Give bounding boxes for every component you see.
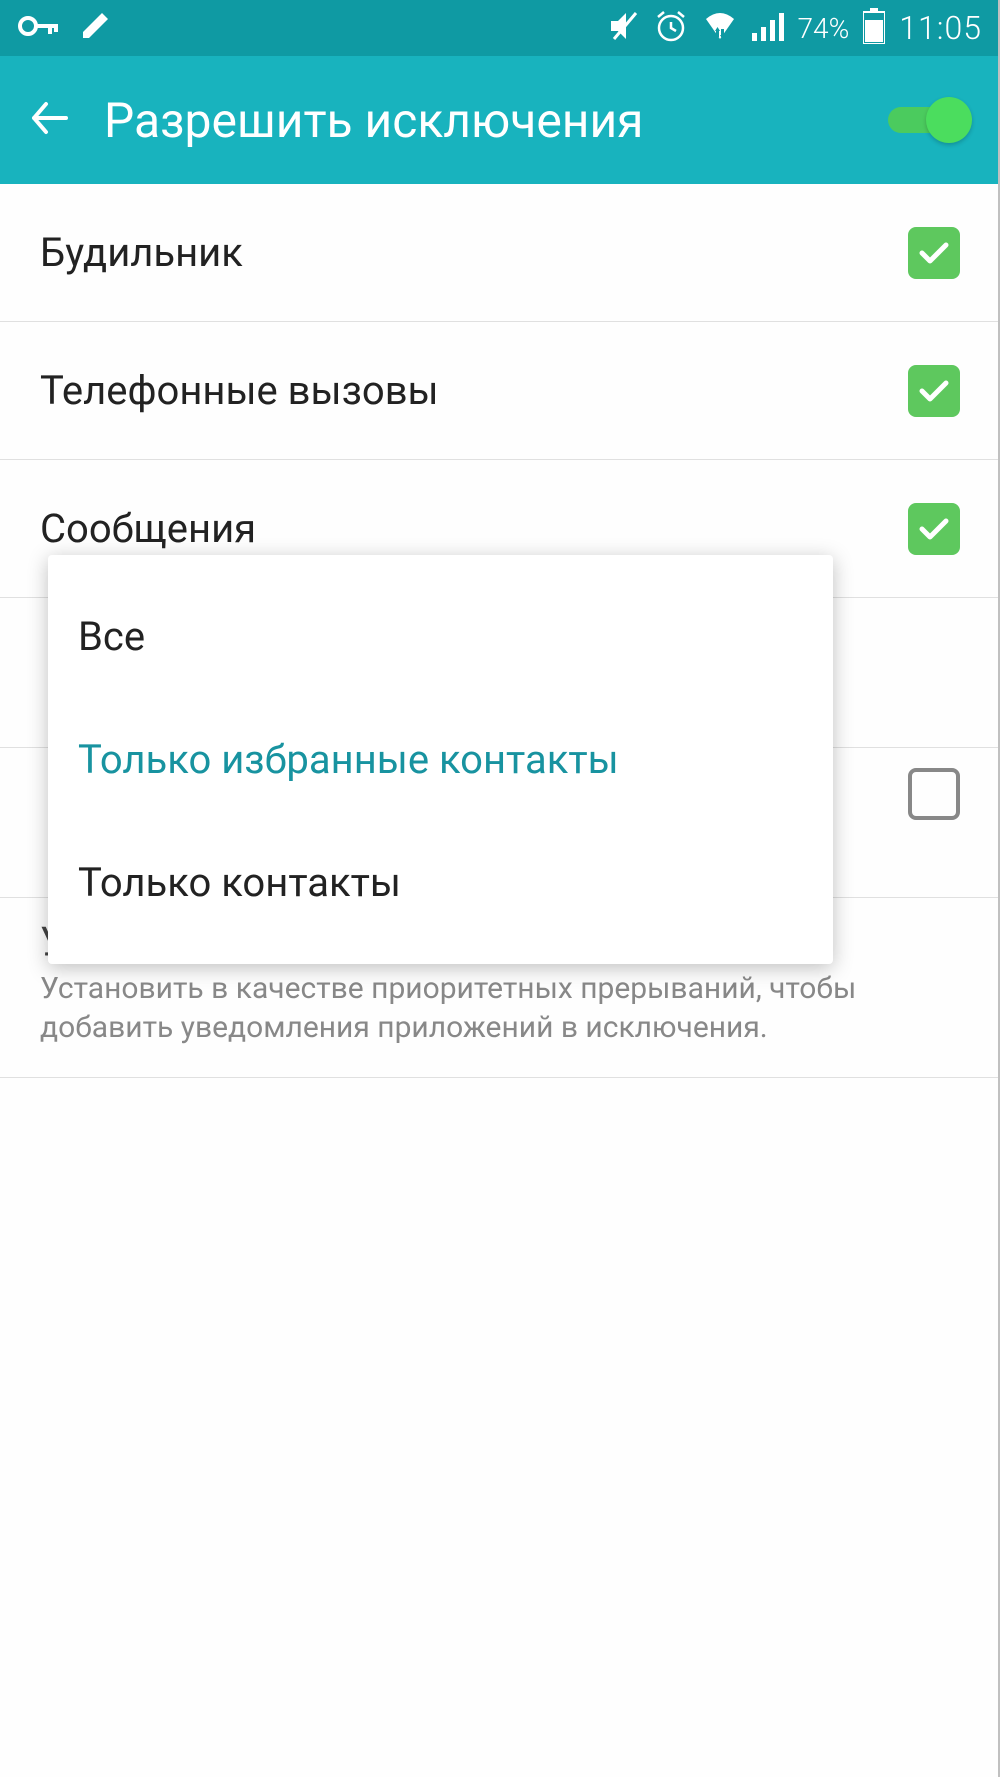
popup-option-contacts[interactable]: Только контакты	[48, 821, 833, 944]
popup-option-favorites[interactable]: Только избранные контакты	[48, 698, 833, 821]
edit-icon	[80, 11, 110, 45]
popup-menu: Все Только избранные контакты Только кон…	[48, 555, 833, 964]
checkbox-alarm[interactable]	[908, 227, 960, 279]
checkbox-unknown[interactable]	[908, 768, 960, 820]
page-title: Разрешить исключения	[104, 92, 856, 149]
back-arrow-icon[interactable]	[28, 96, 72, 144]
clock-time: 11:05	[899, 9, 982, 47]
list-item-description: Установить в качестве приоритетных преры…	[40, 969, 960, 1047]
list-item-label: Будильник	[40, 229, 908, 276]
list-item-alarm[interactable]: Будильник	[0, 184, 1000, 322]
list-item-calls[interactable]: Телефонные вызовы	[0, 322, 1000, 460]
status-bar: 74% 11:05	[0, 0, 1000, 56]
checkbox-calls[interactable]	[908, 365, 960, 417]
list-item-label: Телефонные вызовы	[40, 367, 908, 414]
signal-icon	[752, 11, 784, 45]
app-bar: Разрешить исключения	[0, 56, 1000, 184]
wifi-icon	[702, 11, 738, 45]
checkbox-messages[interactable]	[908, 503, 960, 555]
vpn-key-icon	[18, 14, 60, 42]
battery-icon	[863, 8, 885, 48]
master-toggle[interactable]	[888, 100, 972, 140]
popup-option-all[interactable]: Все	[48, 575, 833, 698]
list-item-label: Сообщения	[40, 505, 908, 552]
alarm-clock-icon	[654, 9, 688, 47]
battery-percent: 74%	[798, 12, 850, 45]
mute-icon	[606, 9, 640, 47]
